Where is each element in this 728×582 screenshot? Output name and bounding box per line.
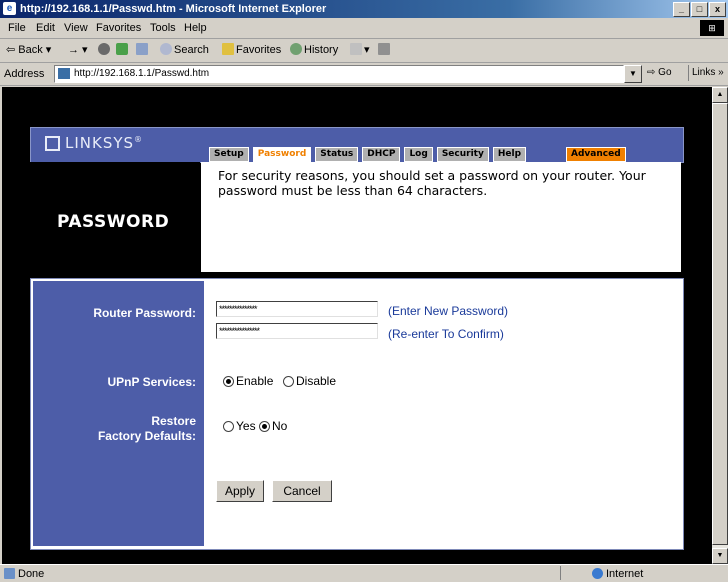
tab-security[interactable]: Security [436, 147, 489, 162]
window-title-bar[interactable]: e http://192.168.1.1/Passwd.htm - Micros… [0, 0, 728, 18]
stop-icon [98, 43, 110, 55]
back-button[interactable]: ⇦ Back ▾ [6, 43, 51, 56]
search-button[interactable]: Search [160, 43, 209, 56]
upnp-disable-radio[interactable] [283, 376, 294, 387]
menu-view[interactable]: View [64, 22, 88, 34]
upnp-enable-radio[interactable] [223, 376, 234, 387]
password-input[interactable]: *************** [216, 301, 378, 317]
page-icon [58, 68, 70, 79]
tab-log[interactable]: Log [404, 147, 433, 162]
menu-bar: File Edit View Favorites Tools Help ⊞ [0, 18, 728, 39]
close-button[interactable]: x [709, 2, 726, 17]
mail-button[interactable]: ▾ [350, 43, 370, 56]
upnp-label: UPnP Services: [107, 375, 197, 389]
print-icon [378, 43, 390, 55]
refresh-icon [116, 43, 128, 55]
page-viewport: LINKSYS® Setup Password Status DHCP Log … [2, 87, 712, 564]
go-button[interactable]: ⇨ Go [647, 67, 672, 78]
menu-tools[interactable]: Tools [150, 22, 176, 34]
tab-advanced[interactable]: Advanced [566, 147, 626, 162]
search-icon [160, 43, 172, 55]
linksys-header: LINKSYS® Setup Password Status DHCP Log … [30, 127, 684, 163]
section-title-panel: PASSWORD [30, 162, 200, 272]
forward-button[interactable]: → ▾ [68, 43, 88, 56]
enter-password-hint: (Enter New Password) [388, 304, 509, 318]
apply-button[interactable]: Apply [216, 480, 264, 502]
address-dropdown-button[interactable]: ▼ [624, 65, 642, 83]
mail-icon [350, 43, 362, 55]
vertical-scrollbar[interactable]: ▲ ▼ [712, 87, 728, 564]
address-label: Address [4, 68, 45, 80]
home-icon [136, 43, 148, 55]
confirm-password-input[interactable]: **************** [216, 323, 378, 339]
restore-yes-option[interactable]: Yes [223, 419, 256, 433]
status-bar: Done Internet [0, 564, 728, 582]
favorites-icon [222, 43, 234, 55]
address-input[interactable]: http://192.168.1.1/Passwd.htm [54, 65, 624, 83]
menu-help[interactable]: Help [184, 22, 207, 34]
tab-help[interactable]: Help [492, 147, 527, 162]
standard-toolbar: ⇦ Back ▾ → ▾ Search Favorites History ▾ [0, 39, 728, 63]
refresh-button[interactable] [116, 43, 130, 56]
tab-password[interactable]: Password [252, 147, 312, 162]
address-url: http://192.168.1.1/Passwd.htm [74, 68, 210, 79]
home-button[interactable] [136, 43, 150, 56]
links-button[interactable]: Links » [688, 65, 727, 81]
restore-no-radio[interactable] [259, 421, 270, 432]
menu-edit[interactable]: Edit [36, 22, 55, 34]
ie-icon: e [3, 2, 16, 15]
windows-logo-icon: ⊞ [700, 20, 724, 36]
go-arrow-icon: ⇨ [647, 67, 656, 78]
scroll-up-button[interactable]: ▲ [712, 87, 728, 103]
history-button[interactable]: History [290, 43, 338, 56]
address-bar: Address http://192.168.1.1/Passwd.htm ▼ … [0, 63, 728, 86]
nav-tabs: Setup Password Status DHCP Log Security … [209, 147, 630, 162]
intro-panel: For security reasons, you should set a p… [201, 162, 681, 272]
print-button[interactable] [378, 43, 392, 56]
confirm-password-hint: (Re-enter To Confirm) [388, 327, 504, 341]
menu-favorites[interactable]: Favorites [96, 22, 141, 34]
maximize-button[interactable]: □ [691, 2, 708, 17]
cancel-button[interactable]: Cancel [272, 480, 332, 502]
scroll-thumb[interactable] [712, 103, 728, 545]
history-icon [290, 43, 302, 55]
password-form: Router Password: UPnP Services: Restore … [30, 278, 684, 550]
upnp-enable-option[interactable]: Enable [223, 374, 273, 388]
router-password-label: Router Password: [93, 306, 196, 320]
restore-label-line1: Restore [151, 414, 196, 428]
stop-button[interactable] [98, 43, 112, 56]
form-label-column: Router Password: UPnP Services: Restore … [33, 281, 204, 546]
tab-dhcp[interactable]: DHCP [362, 147, 401, 162]
tab-status[interactable]: Status [315, 147, 359, 162]
upnp-disable-option[interactable]: Disable [283, 374, 336, 388]
back-arrow-icon: ⇦ [6, 44, 16, 56]
status-zone: Internet [592, 568, 643, 580]
restore-no-option[interactable]: No [259, 419, 287, 433]
menu-file[interactable]: File [8, 22, 26, 34]
tab-setup[interactable]: Setup [209, 147, 249, 162]
restore-yes-radio[interactable] [223, 421, 234, 432]
scroll-down-button[interactable]: ▼ [712, 548, 728, 564]
status-done: Done [4, 568, 44, 580]
page-title: PASSWORD [57, 212, 170, 232]
internet-zone-icon [592, 568, 603, 579]
window-title: http://192.168.1.1/Passwd.htm - Microsof… [20, 3, 327, 15]
restore-label-line2: Factory Defaults: [97, 429, 196, 443]
minimize-button[interactable]: _ [673, 2, 690, 17]
linksys-logo-icon [45, 136, 60, 151]
linksys-logo: LINKSYS® [45, 134, 143, 152]
page-done-icon [4, 568, 15, 579]
status-separator [560, 566, 561, 580]
intro-text: For security reasons, you should set a p… [218, 168, 646, 198]
favorites-button[interactable]: Favorites [222, 43, 281, 56]
